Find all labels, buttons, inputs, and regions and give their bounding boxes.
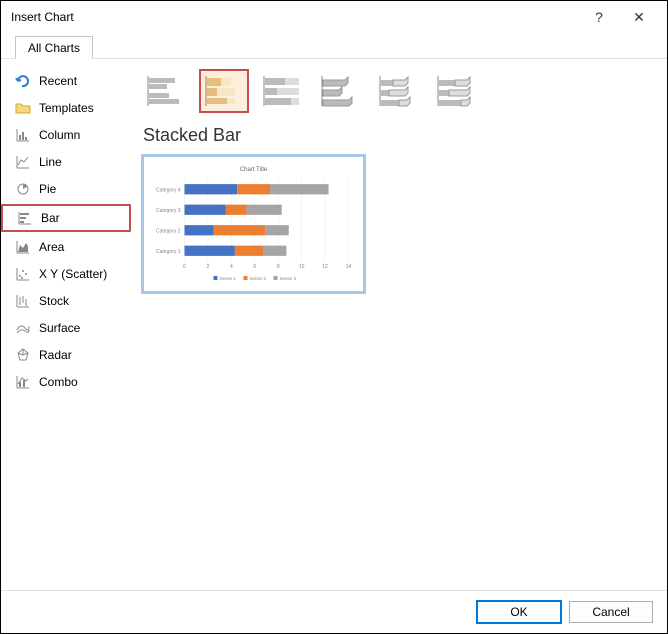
cancel-button[interactable]: Cancel: [569, 601, 653, 623]
insert-chart-dialog: Insert Chart ? ✕ All Charts Recent Templ…: [0, 0, 668, 634]
subtype-title: Stacked Bar: [143, 125, 657, 146]
svg-text:14: 14: [346, 264, 352, 270]
sidebar-item-label: Column: [39, 128, 80, 142]
svg-text:12: 12: [322, 264, 328, 270]
svg-text:10: 10: [299, 264, 305, 270]
svg-text:Category 4: Category 4: [156, 187, 181, 193]
svg-text:Category 3: Category 3: [156, 208, 181, 214]
svg-text:0: 0: [183, 264, 186, 270]
surface-chart-icon: [15, 320, 31, 336]
sidebar-item-label: Area: [39, 240, 64, 254]
subtype-3d-stacked-bar[interactable]: [373, 69, 423, 113]
dialog-footer: OK Cancel: [1, 591, 667, 633]
help-button[interactable]: ?: [579, 9, 619, 25]
area-chart-icon: [15, 239, 31, 255]
svg-text:Chart Title: Chart Title: [240, 167, 268, 173]
pie-chart-icon: [15, 181, 31, 197]
sidebar-item-label: Radar: [39, 348, 72, 362]
sidebar-item-label: Recent: [39, 74, 77, 88]
svg-text:8: 8: [277, 264, 280, 270]
recent-icon: [15, 73, 31, 89]
sidebar-item-label: Pie: [39, 182, 56, 196]
svg-text:6: 6: [253, 264, 256, 270]
subtype-stacked-bar[interactable]: [199, 69, 249, 113]
dialog-title: Insert Chart: [11, 10, 579, 24]
svg-text:4: 4: [230, 264, 233, 270]
bar-chart-icon: [17, 210, 33, 226]
dialog-body: Recent Templates Column Line: [1, 59, 667, 591]
chart-subtype-bar: [141, 69, 657, 113]
chart-preview-svg: Chart Title 0 2 4 6 8 10 12 14 Category 4 Category…: [148, 161, 359, 287]
svg-text:Series 2: Series 2: [250, 276, 267, 281]
sidebar-item-radar[interactable]: Radar: [1, 343, 131, 367]
sidebar-item-combo[interactable]: Combo: [1, 370, 131, 394]
sidebar-item-column[interactable]: Column: [1, 123, 131, 147]
subtype-100-stacked-bar[interactable]: [257, 69, 307, 113]
sidebar-item-recent[interactable]: Recent: [1, 69, 131, 93]
sidebar-item-bar[interactable]: Bar: [1, 204, 131, 232]
svg-text:Series 1: Series 1: [220, 276, 237, 281]
close-button[interactable]: ✕: [619, 9, 659, 26]
sidebar-item-label: Templates: [39, 101, 94, 115]
stock-chart-icon: [15, 293, 31, 309]
column-chart-icon: [15, 127, 31, 143]
sidebar-item-label: Combo: [39, 375, 78, 389]
svg-text:2: 2: [207, 264, 210, 270]
combo-chart-icon: [15, 374, 31, 390]
titlebar: Insert Chart ? ✕: [1, 1, 667, 33]
sidebar-item-label: X Y (Scatter): [39, 267, 107, 281]
tab-all-charts[interactable]: All Charts: [15, 36, 93, 59]
tabbar: All Charts: [1, 33, 667, 59]
sidebar-item-label: Surface: [39, 321, 80, 335]
sidebar-item-templates[interactable]: Templates: [1, 96, 131, 120]
chart-main-panel: Stacked Bar Chart Title 0 2 4 6 8 10 12 14 Catego…: [131, 59, 667, 590]
sidebar-item-area[interactable]: Area: [1, 235, 131, 259]
subtype-3d-100-stacked-bar[interactable]: [431, 69, 481, 113]
folder-icon: [15, 100, 31, 116]
sidebar-item-surface[interactable]: Surface: [1, 316, 131, 340]
svg-text:Series 3: Series 3: [280, 276, 297, 281]
scatter-chart-icon: [15, 266, 31, 282]
subtype-clustered-bar[interactable]: [141, 69, 191, 113]
sidebar-item-stock[interactable]: Stock: [1, 289, 131, 313]
sidebar-item-label: Line: [39, 155, 62, 169]
chart-preview[interactable]: Chart Title 0 2 4 6 8 10 12 14 Category 4 Category…: [141, 154, 366, 294]
sidebar-item-scatter[interactable]: X Y (Scatter): [1, 262, 131, 286]
radar-chart-icon: [15, 347, 31, 363]
svg-text:Category 2: Category 2: [156, 228, 181, 234]
sidebar-item-label: Bar: [41, 211, 60, 225]
chart-category-list: Recent Templates Column Line: [1, 59, 131, 590]
sidebar-item-pie[interactable]: Pie: [1, 177, 131, 201]
sidebar-item-label: Stock: [39, 294, 69, 308]
subtype-3d-clustered-bar[interactable]: [315, 69, 365, 113]
sidebar-item-line[interactable]: Line: [1, 150, 131, 174]
ok-button[interactable]: OK: [477, 601, 561, 623]
svg-text:Category 1: Category 1: [156, 249, 181, 255]
line-chart-icon: [15, 154, 31, 170]
